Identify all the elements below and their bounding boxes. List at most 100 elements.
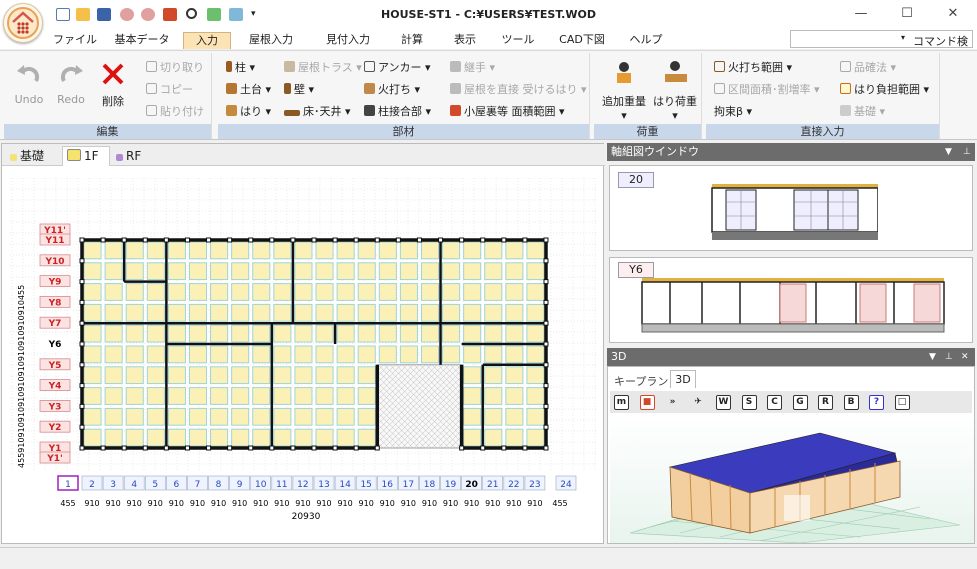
y-axis-label[interactable]: Y9 [48,278,62,288]
floor-tab-rf[interactable]: RF [116,148,141,166]
pane-menu-icon[interactable]: ▼ [929,348,936,366]
tool-window[interactable]: □ [894,395,910,410]
tab-tools[interactable]: ツール [496,32,540,49]
x-axis-label[interactable]: 19 [445,480,457,490]
tab-roof-input[interactable]: 屋根入力 [238,32,304,49]
tool-forward[interactable]: » [665,396,680,411]
wall-button[interactable]: 壁 ▾ [284,81,314,97]
tab-input[interactable]: 入力 [183,32,231,49]
restraint-button[interactable]: 拘束β ▾ [714,103,752,119]
y-axis-label[interactable]: Y10 [44,257,64,267]
tool-monitor[interactable]: ■ [639,395,655,410]
x-axis-label[interactable]: 24 [560,480,572,490]
chevron-down-icon[interactable]: ▾ [901,33,905,42]
redo-button[interactable]: Redo [52,59,90,106]
x-axis-label[interactable]: 5 [152,480,158,490]
tab-mitsuke-input[interactable]: 見付入力 [315,32,381,49]
tool-r[interactable]: R [818,395,833,410]
maximize-button[interactable]: ☐ [892,4,922,24]
tool-help[interactable]: ? [869,395,884,410]
x-axis-label[interactable]: 1 [65,480,71,490]
area-ratio-button[interactable]: 区間面積･割増率 ▾ [714,81,820,97]
column-joint-button[interactable]: 柱接合部 ▾ [364,103,431,119]
x-axis-label[interactable]: 10 [255,480,267,490]
floor-ceiling-button[interactable]: 床･天井 ▾ [284,103,351,119]
beam-range-button[interactable]: はり負担範囲 ▾ [840,81,929,97]
x-axis-label[interactable]: 17 [403,480,414,490]
axis-view-y6[interactable]: Y6 [609,257,973,343]
tab-cad[interactable]: CAD下図 [552,32,612,49]
x-axis-label[interactable]: 11 [276,480,287,490]
tool-w[interactable]: W [716,395,731,410]
floor-tab-foundation[interactable]: 基礎 [10,148,44,166]
tab-3d[interactable]: 3D [670,370,696,388]
x-axis-label[interactable]: 16 [382,480,394,490]
delete-button[interactable]: 削除 [94,59,132,109]
tab-basic-data[interactable]: 基本データ [110,32,174,49]
x-axis-label[interactable]: 4 [131,480,137,490]
y-axis-label[interactable]: Y6 [48,340,62,350]
pin-icon[interactable]: ⊥ [945,348,953,366]
y-axis-label[interactable]: Y11 [44,236,64,246]
x-axis-label[interactable]: 15 [360,480,371,490]
x-axis-label[interactable]: 21 [487,480,498,490]
beam-load-button[interactable]: はり荷重 ▾ [650,59,700,122]
tool-c[interactable]: C [767,395,782,410]
hiuchi-range-button[interactable]: 火打ち範囲 ▾ [714,59,792,75]
command-search[interactable]: ▾ コマンド検索 [790,30,973,64]
pane-menu-icon[interactable]: ▼ [945,143,952,161]
tool-s[interactable]: S [741,395,757,410]
3d-model-view[interactable] [610,415,974,543]
tool-walk[interactable]: ✈ [691,396,706,411]
floor-tab-1f[interactable]: 1F [62,146,110,166]
y-axis-label[interactable]: Y5 [48,361,62,371]
undo-button[interactable]: Undo [10,59,48,106]
close-button[interactable]: ✕ [938,4,968,24]
tab-file[interactable]: ファイル [50,32,100,49]
attic-area-button[interactable]: 小屋裏等 面積範囲 ▾ [450,103,565,119]
x-axis-label[interactable]: 20 [465,480,478,490]
minimize-button[interactable]: — [846,4,876,24]
pin-icon[interactable]: ⊥ [963,143,971,161]
tsugite-button[interactable]: 継手 ▾ [450,59,495,75]
tab-help[interactable]: ヘルプ [624,32,668,49]
tab-calc[interactable]: 計算 [392,32,432,49]
y-axis-label[interactable]: Y1' [46,454,63,464]
x-axis-label[interactable]: 14 [339,480,351,490]
roof-direct-beam-button[interactable]: 屋根を直接 受けるはり ▾ [450,81,587,97]
x-axis-label[interactable]: 18 [424,480,436,490]
x-axis-label[interactable]: 22 [508,480,519,490]
y-axis-label[interactable]: Y2 [48,423,62,433]
anchor-button[interactable]: アンカー ▾ [364,59,431,75]
x-axis-label[interactable]: 9 [237,480,243,490]
cut-button[interactable]: 切り取り [146,59,204,75]
axis-view-20[interactable]: 20 [609,165,973,251]
x-axis-label[interactable]: 2 [89,480,95,490]
x-axis-label[interactable]: 13 [318,480,329,490]
paste-button[interactable]: 貼り付け [146,103,204,119]
beam-button[interactable]: はり ▾ [226,103,271,119]
column-button[interactable]: 柱 ▾ [226,59,255,75]
hiuchi-button[interactable]: 火打ち ▾ [364,81,420,97]
x-axis-label[interactable]: 7 [195,480,201,490]
x-axis-label[interactable]: 3 [110,480,116,490]
tool-m[interactable]: m [614,395,629,410]
x-axis-label[interactable]: 8 [216,480,222,490]
copy-button[interactable]: コピー [146,81,193,97]
plan-canvas[interactable]: Y11'Y11Y10Y9Y8Y7Y6Y5Y4Y3Y2Y1Y1' 12345678… [10,178,598,538]
tab-keyplan[interactable]: キープラン [614,373,668,389]
quality-law-button[interactable]: 品確法 ▾ [840,59,896,75]
x-axis-label[interactable]: 12 [297,480,308,490]
close-icon[interactable]: ✕ [961,348,969,366]
y-axis-label[interactable]: Y3 [48,402,62,412]
app-logo[interactable] [3,3,43,43]
y-axis-label[interactable]: Y8 [48,298,62,308]
foundation-button[interactable]: 基礎 ▾ [840,103,885,119]
tab-view[interactable]: 表示 [445,32,485,49]
add-load-button[interactable]: 追加重量 ▾ [598,59,650,122]
tool-g[interactable]: G [792,395,808,410]
x-axis-label[interactable]: 23 [529,480,540,490]
roof-truss-button[interactable]: 屋根トラス ▾ [284,59,362,75]
tool-b[interactable]: B [843,395,859,410]
y-axis-label[interactable]: Y7 [48,319,62,329]
